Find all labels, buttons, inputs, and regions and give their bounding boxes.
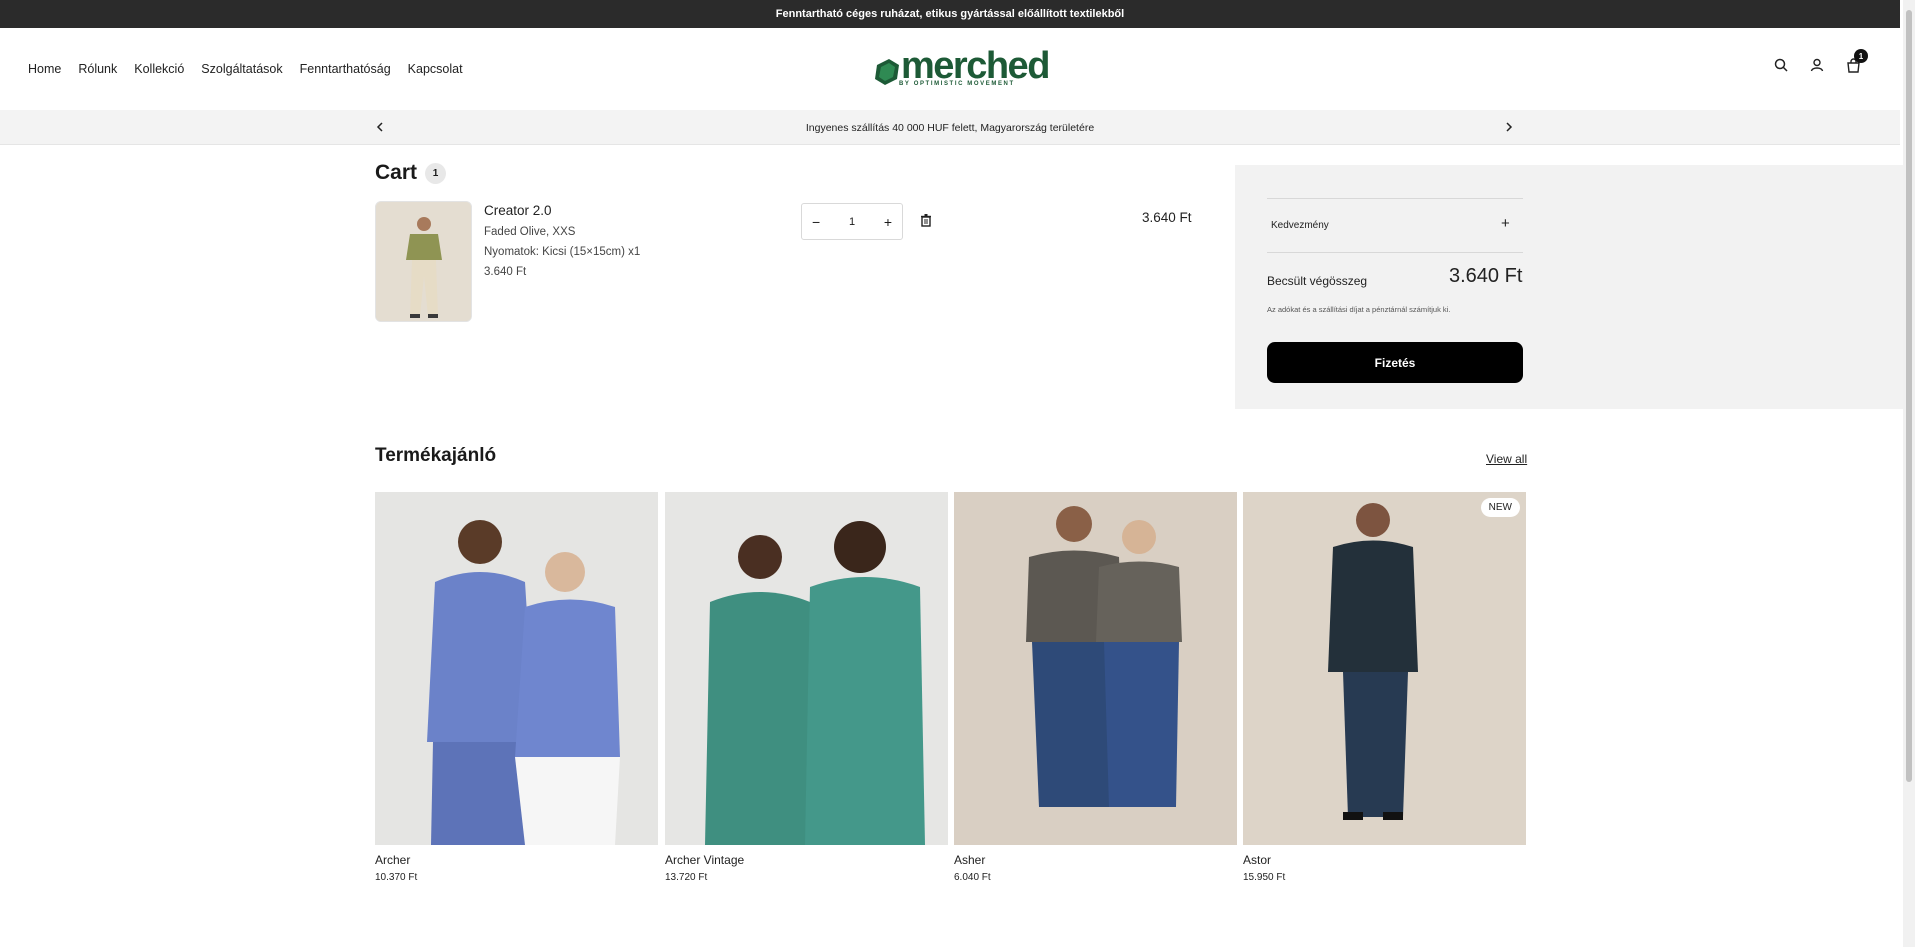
announcement-bar: Fenntartható céges ruházat, etikus gyárt… [0, 0, 1900, 28]
plus-icon[interactable]: + [1501, 215, 1510, 232]
main-nav: Home Rólunk Kollekció Szolgáltatások Fen… [28, 28, 463, 110]
cart-count-badge: 1 [1854, 49, 1868, 63]
nav-services[interactable]: Szolgáltatások [201, 62, 282, 76]
scrollbar-thumb[interactable] [1906, 10, 1912, 782]
cart-item-name[interactable]: Creator 2.0 [484, 203, 640, 218]
logo-tagline: BY OPTIMISTIC MOVEMENT [899, 81, 1015, 87]
product-price: 15.950 Ft [1243, 872, 1286, 883]
estimated-total-value: 3.640 Ft [1449, 265, 1523, 287]
tax-note: Az adókat és a szállítási díjat a pénztá… [1267, 305, 1451, 314]
quantity-stepper: − 1 + [801, 203, 903, 240]
cart-item-variant: Faded Olive, XXS [484, 226, 576, 238]
product-card[interactable]: NEW Astor 15.950 Ft [1243, 492, 1526, 883]
checkout-button[interactable]: Fizetés [1267, 342, 1523, 383]
promo-text: Ingyenes szállítás 40 000 HUF felett, Ma… [805, 121, 1095, 134]
product-image[interactable] [665, 492, 948, 845]
header-icons: 1 [1772, 49, 1868, 74]
cart-item-price: 3.640 Ft [484, 266, 527, 278]
logo-mark-icon [875, 59, 899, 85]
product-image[interactable]: NEW [1243, 492, 1526, 845]
chevron-right-icon[interactable] [1502, 120, 1516, 134]
product-name[interactable]: Astor [1243, 853, 1526, 867]
divider [1267, 198, 1523, 199]
cart-item-image[interactable] [375, 201, 472, 322]
product-price: 10.370 Ft [375, 872, 418, 883]
product-price: 13.720 Ft [665, 872, 708, 883]
product-image[interactable] [954, 492, 1237, 845]
minus-icon[interactable]: − [812, 214, 820, 230]
cart-icon[interactable]: 1 [1844, 49, 1868, 74]
divider [1267, 252, 1523, 253]
discount-label[interactable]: Kedvezmény [1271, 220, 1329, 231]
nav-home[interactable]: Home [28, 62, 61, 76]
nav-sustainability[interactable]: Fenntarthatóság [300, 62, 391, 76]
order-summary: Kedvezmény + Becsült végösszeg 3.640 Ft … [1235, 165, 1915, 409]
product-price: 6.040 Ft [954, 872, 991, 883]
cart-item-print: Nyomatok: Kicsi (15×15cm) x1 [484, 246, 641, 258]
view-all-link[interactable]: View all [1486, 452, 1527, 466]
product-name[interactable]: Asher [954, 853, 1237, 867]
quantity-value[interactable]: 1 [849, 216, 855, 228]
nav-collection[interactable]: Kollekció [134, 62, 184, 76]
announcement-text: Fenntartható céges ruházat, etikus gyárt… [775, 8, 1125, 20]
cart-item-info: Creator 2.0 Faded Olive, XXS Nyomatok: K… [484, 203, 640, 286]
logo[interactable]: merched BY OPTIMISTIC MOVEMENT [873, 45, 1050, 91]
cart-title: Cart [375, 161, 418, 184]
product-name[interactable]: Archer [375, 853, 658, 867]
search-icon[interactable] [1772, 56, 1790, 74]
account-icon[interactable] [1808, 56, 1826, 74]
product-image[interactable] [375, 492, 658, 845]
nav-about[interactable]: Rólunk [78, 62, 117, 76]
product-card[interactable]: Archer 10.370 Ft [375, 492, 658, 883]
plus-icon[interactable]: + [884, 214, 892, 230]
recommendations-title: Termékajánló [375, 445, 497, 466]
estimated-total-label: Becsült végösszeg [1267, 274, 1368, 288]
cart-heading: Cart 1 [375, 161, 447, 185]
product-card[interactable]: Asher 6.040 Ft [954, 492, 1237, 883]
site-header: Home Rólunk Kollekció Szolgáltatások Fen… [0, 28, 1900, 110]
cart-item-count: 1 [425, 162, 447, 184]
cart-item-total: 3.640 Ft [1142, 210, 1192, 225]
trash-icon[interactable] [919, 213, 935, 229]
new-badge: NEW [1480, 498, 1520, 517]
page-scrollbar[interactable] [1903, 0, 1915, 947]
nav-contact[interactable]: Kapcsolat [408, 62, 463, 76]
product-card[interactable]: Archer Vintage 13.720 Ft [665, 492, 948, 883]
product-name[interactable]: Archer Vintage [665, 853, 948, 867]
promo-bar: Ingyenes szállítás 40 000 HUF felett, Ma… [0, 110, 1900, 145]
